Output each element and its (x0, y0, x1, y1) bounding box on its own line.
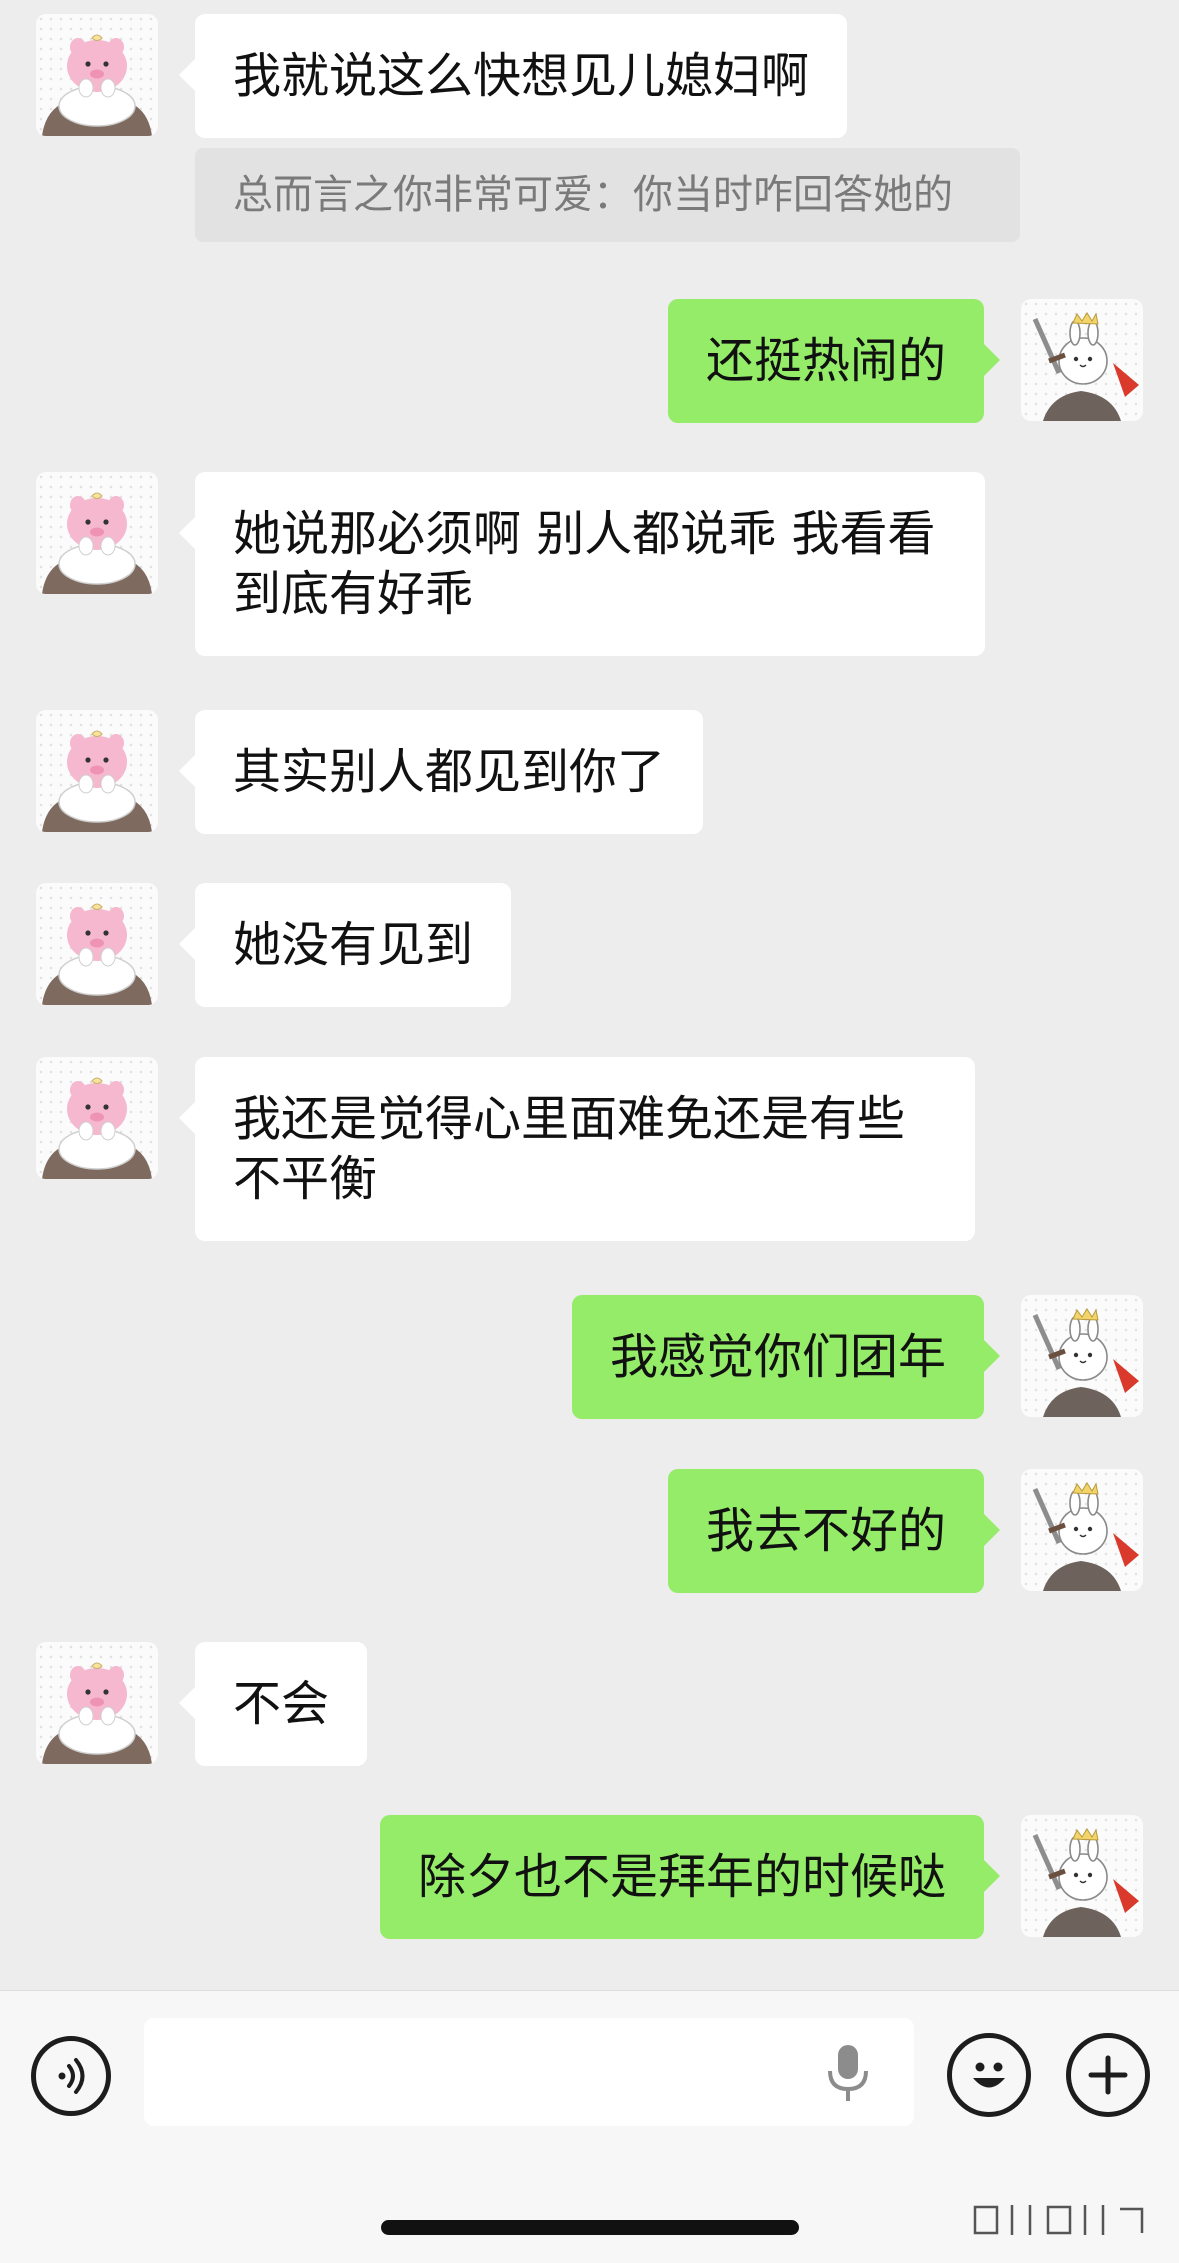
contact-avatar[interactable] (36, 710, 158, 832)
plus-icon (1088, 2055, 1128, 2095)
self-avatar[interactable] (1021, 1469, 1143, 1591)
message-bubble[interactable]: 还挺热闹的 (667, 299, 1001, 423)
message-bubble[interactable]: 其实别人都见到你了 (178, 710, 704, 834)
emoji-button[interactable] (947, 2033, 1031, 2117)
self-avatar[interactable] (1021, 1295, 1143, 1417)
contact-avatar[interactable] (36, 883, 158, 1005)
message-bubble[interactable]: 我去不好的 (667, 1469, 1001, 1593)
more-button[interactable] (1066, 2033, 1150, 2117)
voice-mode-button[interactable] (31, 2036, 111, 2116)
voice-icon (58, 2058, 85, 2094)
message-bubble[interactable]: 她说那必须啊 别人都说乖 我看看到底有好乖 (179, 472, 985, 656)
quoted-message[interactable]: 总而言之你非常可爱：你当时咋回答她的 (195, 148, 1020, 242)
emoji-icon (973, 2062, 1005, 2088)
home-indicator[interactable] (381, 2220, 799, 2235)
contact-avatar[interactable] (36, 1057, 158, 1179)
chat-area[interactable]: 我就说这么快想见儿媳妇啊 总而言之你非常可爱：你当时咋回答她的 还挺热闹的 她说… (0, 0, 1179, 1990)
self-avatar[interactable] (1021, 1815, 1143, 1937)
message-bubble[interactable]: 我就说这么快想见儿媳妇啊 (178, 14, 848, 138)
message-bubble[interactable]: 我还是觉得心里面难免还是有些不平衡 (179, 1057, 975, 1241)
contact-avatar[interactable] (36, 14, 158, 136)
mic-icon[interactable] (826, 2043, 870, 2103)
input-bar (0, 1990, 1179, 2263)
contact-avatar[interactable] (36, 472, 158, 594)
message-bubble[interactable]: 不会 (178, 1642, 368, 1766)
message-bubble[interactable]: 我感觉你们团年 (571, 1295, 1001, 1419)
self-avatar[interactable] (1021, 299, 1143, 421)
message-bubble[interactable]: 除夕也不是拜年的时候哒 (379, 1815, 1001, 1939)
message-bubble[interactable]: 她没有见到 (178, 883, 512, 1007)
message-input[interactable] (144, 2018, 914, 2126)
contact-avatar[interactable] (36, 1642, 158, 1764)
watermark-logo (973, 2205, 1144, 2235)
